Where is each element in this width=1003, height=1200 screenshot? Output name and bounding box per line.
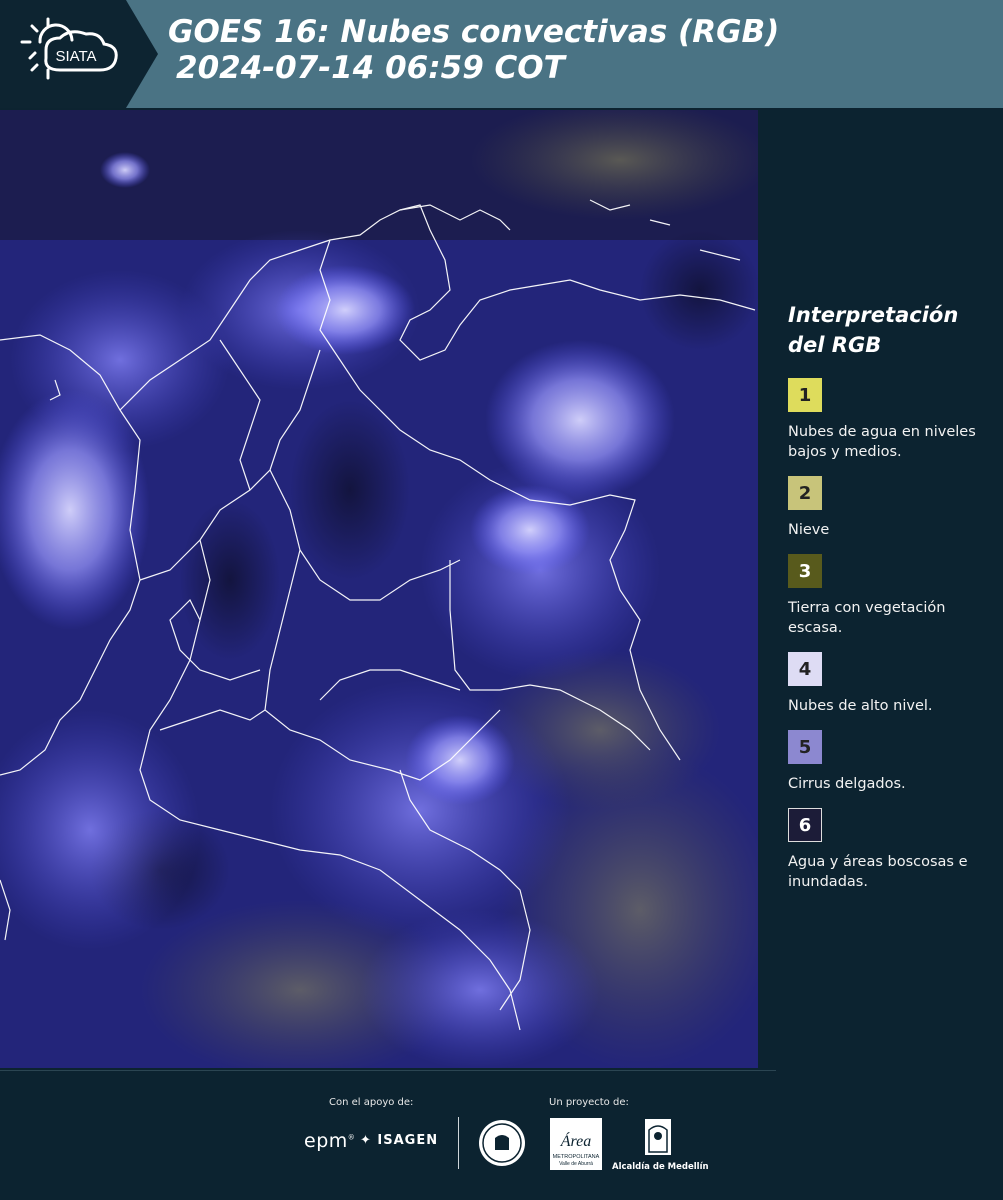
legend-label: Agua y áreas boscosas e inundadas.	[788, 854, 968, 890]
page-title: GOES 16: Nubes convectivas (RGB) 2024-07…	[168, 14, 779, 86]
legend-swatch: 2	[788, 476, 822, 510]
epm-text: epm	[304, 1130, 348, 1152]
svg-text:Área: Área	[560, 1131, 592, 1150]
logo-text: SIATA	[55, 48, 96, 65]
satellite-map	[0, 110, 758, 1068]
area-metropolitana-logo: Área METROPOLITANA Valle de Aburrá	[550, 1118, 602, 1170]
siata-logo: SIATA	[0, 0, 158, 108]
isagen-logo: ✦ ISAGEN	[360, 1133, 439, 1148]
footer-divider	[0, 1070, 776, 1071]
legend-label: Nubes de agua en niveles bajos y medios.	[788, 424, 976, 460]
project-label: Un proyecto de:	[549, 1097, 629, 1108]
legend-title: Interpretación del RGB	[788, 300, 993, 360]
legend-swatch: 4	[788, 652, 822, 686]
footer-separator	[458, 1117, 459, 1169]
legend-title-line-1: Interpretación	[788, 303, 959, 327]
rgb-legend: Interpretación del RGB 1 Nubes de agua en…	[788, 300, 993, 906]
isagen-text: ISAGEN	[377, 1133, 439, 1148]
legend-item: 5 Cirrus delgados.	[788, 730, 993, 794]
legend-label: Nieve	[788, 522, 830, 538]
title-line-1: GOES 16: Nubes convectivas (RGB)	[168, 14, 780, 50]
medellin-seal-logo	[477, 1118, 527, 1172]
header-bar: SIATA GOES 16: Nubes convectivas (RGB) 2…	[0, 0, 1003, 108]
title-line-2: 2024-07-14 06:59 COT	[176, 50, 565, 86]
alcaldia-text: Alcaldía de Medellín	[612, 1162, 709, 1172]
legend-label: Cirrus delgados.	[788, 776, 906, 792]
alcaldia-medellin-logo: Alcaldía de Medellín	[612, 1118, 709, 1172]
legend-swatch: 1	[788, 378, 822, 412]
svg-text:METROPOLITANA: METROPOLITANA	[553, 1154, 600, 1160]
legend-item: 2 Nieve	[788, 476, 993, 540]
legend-swatch: 5	[788, 730, 822, 764]
svg-text:Valle de Aburrá: Valle de Aburrá	[559, 1161, 593, 1167]
legend-item: 6 Agua y áreas boscosas e inundadas.	[788, 808, 993, 892]
legend-item: 3 Tierra con vegetación escasa.	[788, 554, 993, 638]
legend-item: 1 Nubes de agua en niveles bajos y medios…	[788, 378, 993, 462]
legend-swatch: 3	[788, 554, 822, 588]
legend-item: 4 Nubes de alto nivel.	[788, 652, 993, 716]
legend-label: Tierra con vegetación escasa.	[788, 600, 946, 636]
support-label: Con el apoyo de:	[329, 1097, 414, 1108]
legend-title-line-2: del RGB	[788, 333, 882, 357]
legend-swatch: 6	[788, 808, 822, 842]
epm-logo: epm®	[304, 1130, 356, 1152]
legend-label: Nubes de alto nivel.	[788, 698, 933, 714]
